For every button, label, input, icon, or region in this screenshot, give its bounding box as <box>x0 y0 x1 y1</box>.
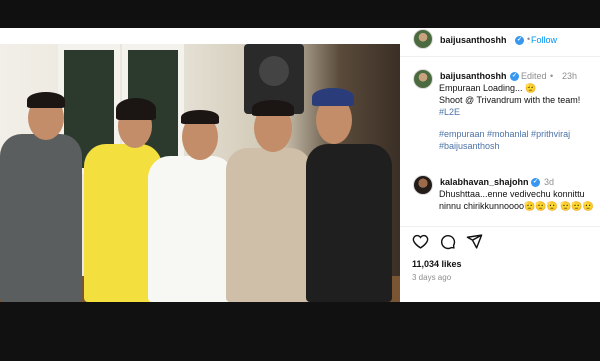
screenshot-frame: baijusanthoshh ✓ • Follow baijusanthoshh… <box>0 0 600 361</box>
caption-line-1: Empuraan Loading... 🫡 <box>439 83 537 93</box>
comment-icon[interactable] <box>439 233 456 251</box>
bottom-letterbox <box>0 302 600 361</box>
person-4-hair <box>252 100 294 116</box>
author-avatar[interactable] <box>413 29 433 49</box>
author-username[interactable]: baijusanthoshh <box>440 35 507 45</box>
edited-separator: • <box>550 71 554 81</box>
person-1-hair <box>27 92 65 108</box>
caption-text: Empuraan Loading... 🫡 Shoot @ Trivandrum… <box>439 82 594 118</box>
instagram-post: baijusanthoshh ✓ • Follow baijusanthoshh… <box>0 28 600 302</box>
edited-label: Edited <box>521 71 547 81</box>
person-5 <box>306 144 392 302</box>
action-bar <box>412 233 483 251</box>
caption-line-2: Shoot @ Trivandrum with the team! <box>439 95 581 105</box>
person-3 <box>148 156 234 302</box>
separator-dot: • <box>527 34 531 44</box>
caption-avatar[interactable] <box>413 69 433 89</box>
caption-hashtag[interactable]: #L2E <box>439 106 594 118</box>
heart-icon[interactable] <box>412 233 429 251</box>
comment-age: 3d <box>544 177 555 187</box>
post-age: 23h <box>562 71 578 81</box>
verified-icon: ✓ <box>515 36 524 45</box>
person-2-hair <box>116 98 156 120</box>
top-letterbox <box>0 0 600 28</box>
commenter-avatar[interactable] <box>413 175 433 195</box>
likes-count[interactable]: 11,034 likes <box>412 259 462 269</box>
caption-username[interactable]: baijusanthoshh <box>440 71 507 81</box>
verified-icon: ✓ <box>510 72 519 81</box>
post-photo[interactable] <box>0 44 400 302</box>
person-4 <box>226 148 312 302</box>
commenter-username[interactable]: kalabhavan_shajohn <box>440 177 529 187</box>
person-3-hair <box>181 110 219 124</box>
post-sidebar: baijusanthoshh ✓ • Follow baijusanthoshh… <box>400 28 600 302</box>
person-5-cap <box>312 88 354 106</box>
share-icon[interactable] <box>466 233 483 251</box>
verified-icon: ✓ <box>531 178 540 187</box>
comment-text: Dhushttaa...enne vedivechu konnittu ninn… <box>439 189 594 211</box>
hashtag-list[interactable]: #empuraan #mohanlal #prithviraj #baijusa… <box>439 128 594 152</box>
actions-divider <box>400 226 600 227</box>
header-divider <box>400 56 600 57</box>
person-1 <box>0 134 82 302</box>
posted-time: 3 days ago <box>412 273 452 282</box>
follow-button[interactable]: Follow <box>531 35 557 45</box>
